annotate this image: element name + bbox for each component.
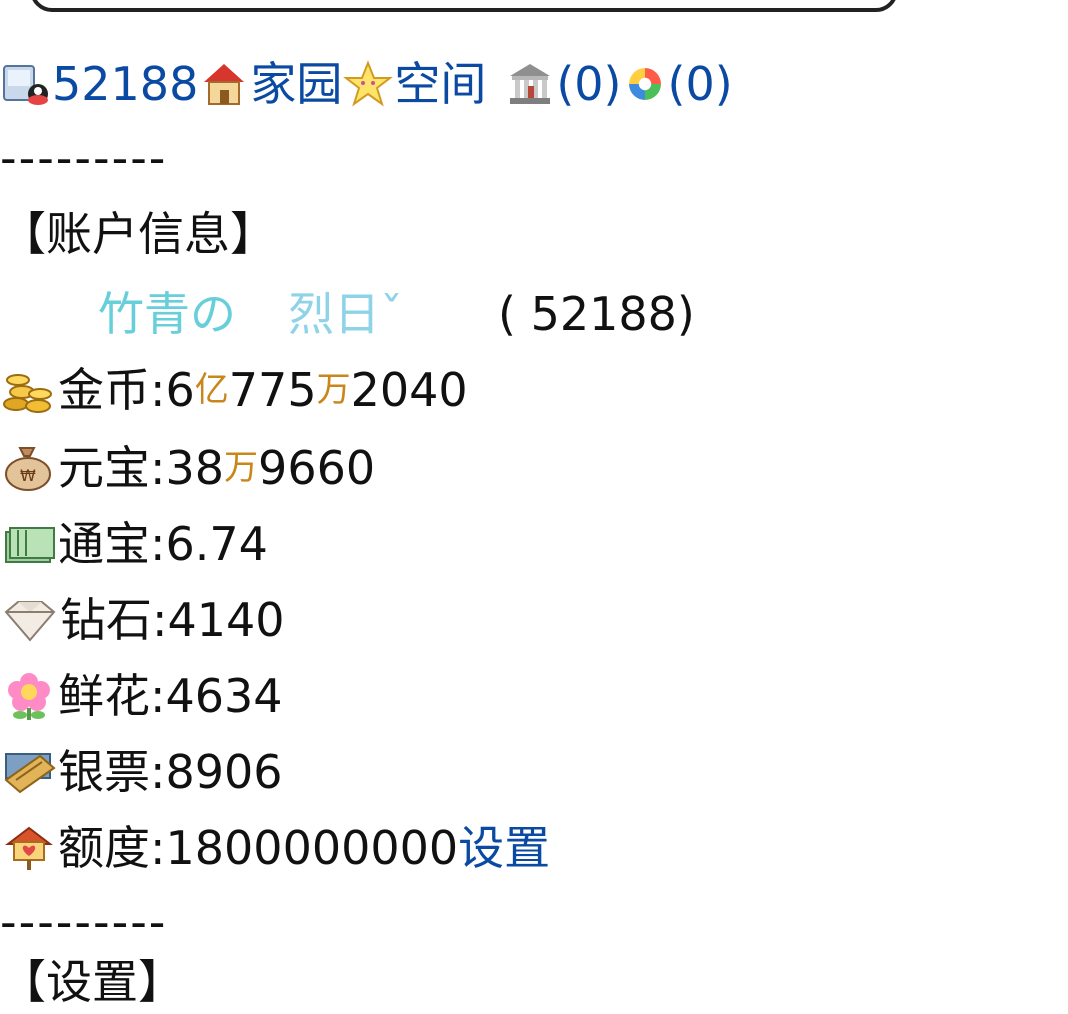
silver-note-icon xyxy=(0,746,58,798)
settings-section-title: 【设置】 xyxy=(0,955,184,1009)
photo-wheel-icon xyxy=(622,58,668,110)
yuanbao-row: ₩ 元宝: 38 万 9660 xyxy=(0,436,375,500)
header-nav: 52188 家园 空间 (0) (0) xyxy=(0,52,733,116)
flower-row: 鲜花: 4634 xyxy=(0,664,283,728)
qq-user-icon xyxy=(0,58,52,110)
separator-1: --------- xyxy=(0,131,168,185)
user-id-link[interactable]: 52188 xyxy=(52,61,198,107)
name-part1: 竹青の xyxy=(98,287,236,341)
silver-note-row: 银票: 8906 xyxy=(0,740,283,804)
gold-coins-icon xyxy=(0,364,58,416)
account-section-title: 【账户信息】 xyxy=(0,207,276,261)
flower-icon xyxy=(0,670,58,722)
star-icon xyxy=(342,58,394,110)
svg-text:₩: ₩ xyxy=(20,466,36,485)
quota-set-link[interactable]: 设置 xyxy=(458,825,550,871)
quota-sign-icon xyxy=(0,822,58,874)
gold-row: 金币: 6 亿 775 万 2040 xyxy=(0,358,468,422)
space-link[interactable]: 空间 xyxy=(394,61,486,107)
banknotes-icon xyxy=(0,518,58,570)
photo-count-link[interactable]: (0) xyxy=(668,61,733,107)
name-part2: 烈日ˇ xyxy=(288,287,403,341)
name-id: ( 52188) xyxy=(498,287,695,341)
diamond-row: 钻石: 4140 xyxy=(0,588,285,652)
quota-row: 额度: 1800000000 设置 xyxy=(0,816,550,880)
home-icon xyxy=(198,58,250,110)
tongbao-row: 通宝: 6.74 xyxy=(0,512,268,576)
bank-icon xyxy=(504,58,556,110)
diamond-icon xyxy=(0,594,60,646)
separator-2: --------- xyxy=(0,895,168,949)
money-bag-icon: ₩ xyxy=(0,442,58,494)
bank-count-link[interactable]: (0) xyxy=(556,61,621,107)
top-input-frame[interactable] xyxy=(30,0,898,12)
home-link[interactable]: 家园 xyxy=(250,61,342,107)
account-name-row: 竹青の 烈日ˇ ( 52188) xyxy=(0,282,695,346)
